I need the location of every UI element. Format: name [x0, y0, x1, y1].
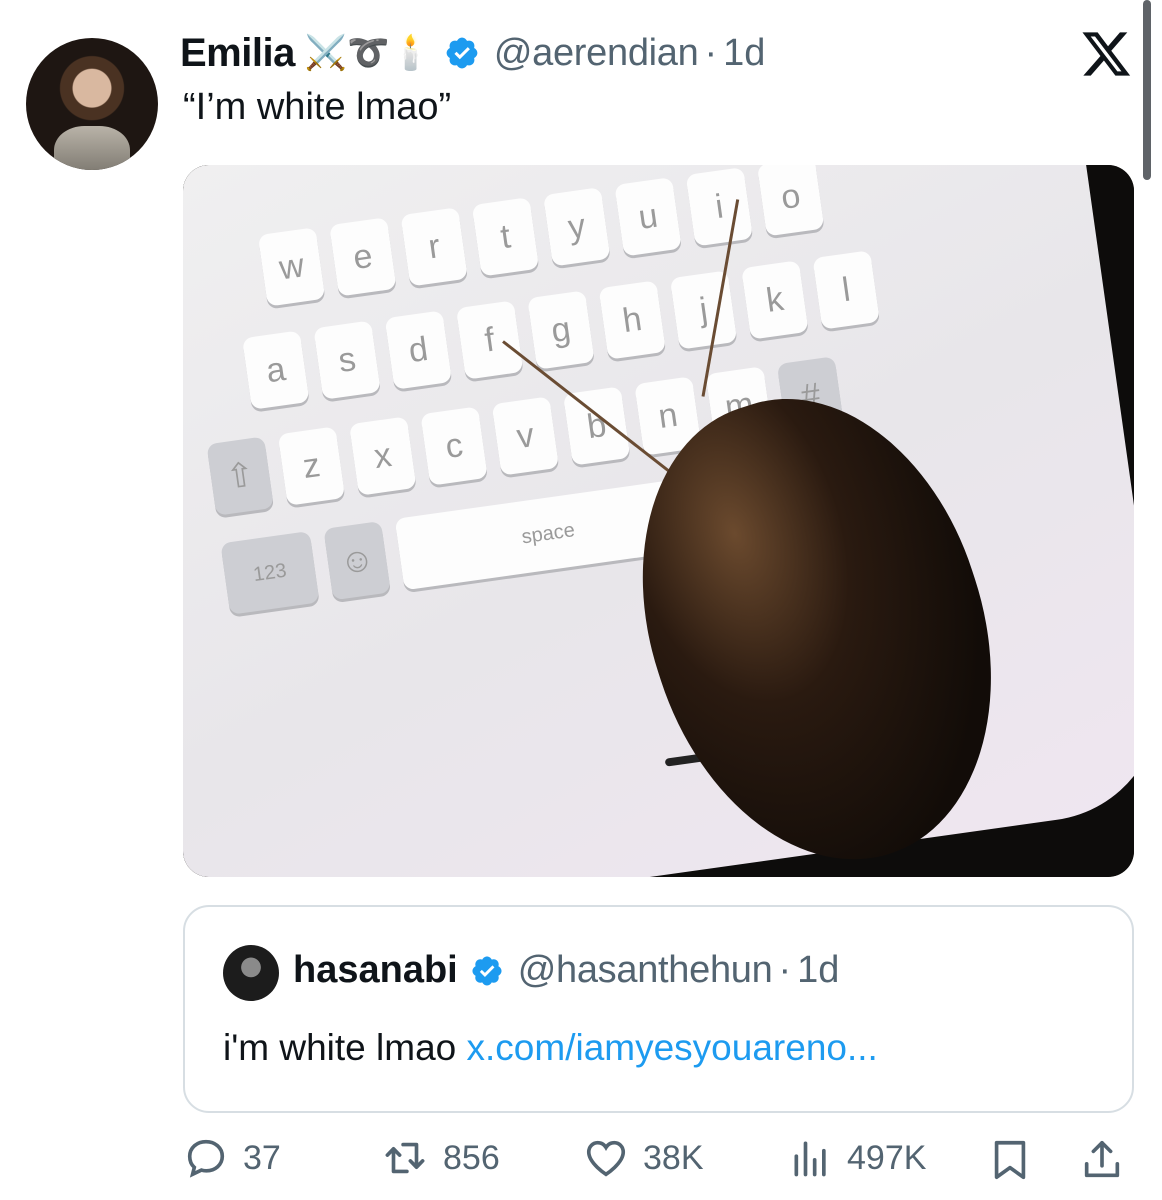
keyboard-key: r: [400, 207, 468, 287]
author-avatar[interactable]: [26, 38, 158, 170]
scrollbar[interactable]: [1143, 0, 1151, 180]
action-bar: 37 856 38K 497K: [183, 1135, 1143, 1191]
x-logo-icon: [1082, 32, 1131, 76]
reply-button[interactable]: 37: [183, 1135, 281, 1181]
retweet-button[interactable]: 856: [381, 1135, 500, 1181]
tweet-time[interactable]: 1d: [723, 32, 765, 75]
keyboard-key: d: [384, 310, 453, 390]
heart-icon: [586, 1140, 626, 1177]
author-name[interactable]: Emilia: [180, 31, 295, 76]
verified-badge-icon: [472, 955, 502, 986]
keyboard-key: i: [685, 167, 754, 247]
separator-dot: ·: [704, 31, 718, 74]
keyboard-key: h: [598, 280, 667, 360]
keyboard-key: c: [420, 406, 488, 486]
keyboard-key: z: [277, 426, 346, 506]
retweet-icon: [385, 1142, 425, 1174]
emoji-key: ☺: [323, 520, 391, 601]
quoted-tweet[interactable]: hasanabi @hasanthehun · 1d i'm white lma…: [183, 905, 1134, 1113]
quoted-author-avatar[interactable]: [223, 945, 279, 1001]
quoted-tweet-body: i'm white lmao: [223, 1027, 457, 1068]
bookmark-icon[interactable]: [987, 1135, 1033, 1185]
keyboard-key: e: [329, 217, 397, 297]
retweet-count: 856: [443, 1138, 500, 1177]
keyboard-key: g: [527, 290, 595, 370]
like-count: 38K: [643, 1138, 704, 1177]
reply-count: 37: [243, 1138, 281, 1177]
keyboard-key: k: [741, 260, 809, 340]
verified-badge-icon: [446, 37, 478, 69]
shift-key: ⇧: [206, 436, 274, 516]
share-icon[interactable]: [1079, 1135, 1125, 1185]
views-button[interactable]: 497K: [789, 1135, 926, 1181]
keyboard-key: x: [349, 416, 417, 496]
keyboard-key: l: [812, 250, 880, 330]
keyboard-key: j: [669, 270, 738, 350]
author-handle[interactable]: @aerendian: [494, 32, 699, 75]
keyboard-key: a: [242, 330, 310, 410]
tweet-media-image[interactable]: wertyuio asdfghjkl ⇧ zxcvbnm # 123 ☺ spa…: [183, 165, 1134, 877]
keyboard-key: f: [455, 300, 524, 380]
quoted-author-name[interactable]: hasanabi: [293, 949, 458, 992]
keyboard-key: o: [756, 165, 825, 237]
quoted-tweet-time[interactable]: 1d: [797, 949, 839, 992]
numbers-key: 123: [220, 530, 320, 615]
views-icon: [794, 1141, 826, 1177]
separator-dot: ·: [778, 949, 792, 991]
keyboard-key: v: [491, 396, 560, 476]
keyboard-key: w: [257, 227, 326, 307]
quoted-author-handle[interactable]: @hasanthehun: [518, 949, 773, 992]
keyboard-key: u: [614, 177, 682, 257]
keyboard-key: y: [543, 187, 611, 267]
reply-icon: [187, 1139, 225, 1178]
like-button[interactable]: 38K: [583, 1135, 704, 1181]
tweet-header: Emilia ⚔️➰🕯️ @aerendian · 1d: [180, 28, 765, 78]
tweet-text: “I’m white lmao”: [183, 86, 452, 128]
author-emojis: ⚔️➰🕯️: [304, 33, 432, 73]
quoted-tweet-header: hasanabi @hasanthehun · 1d: [293, 949, 839, 992]
keyboard-key: s: [313, 320, 381, 400]
views-count: 497K: [847, 1138, 927, 1177]
quoted-tweet-link[interactable]: x.com/iamyesyouareno...: [467, 1027, 878, 1068]
quoted-tweet-text: i'm white lmao x.com/iamyesyouareno...: [223, 1027, 878, 1069]
keyboard-key: t: [471, 197, 540, 277]
